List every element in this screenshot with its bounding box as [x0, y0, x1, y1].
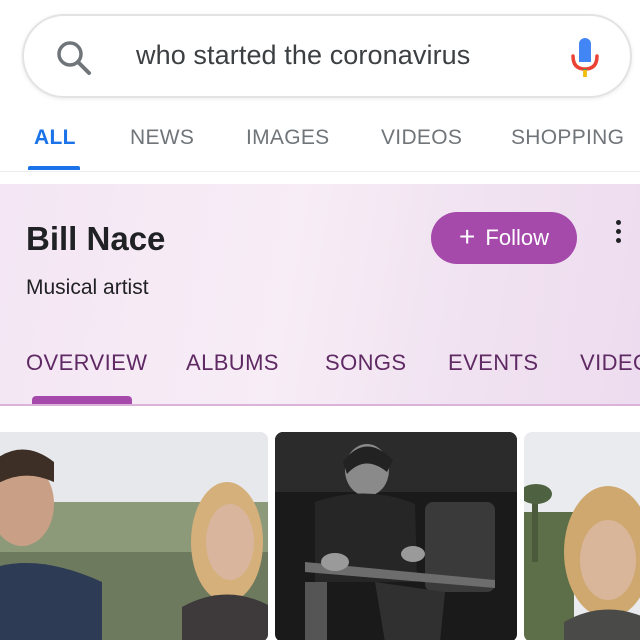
entity-title: Bill Nace [26, 220, 166, 257]
tab-videos-panel[interactable]: VIDEO [580, 350, 640, 376]
tab-images[interactable]: IMAGES [246, 126, 329, 150]
more-vert-icon[interactable] [612, 220, 624, 248]
search-icon[interactable] [54, 38, 94, 78]
tab-albums[interactable]: ALBUMS [186, 350, 279, 376]
tab-all[interactable]: ALL [34, 126, 76, 150]
tab-videos[interactable]: VIDEOS [381, 126, 462, 150]
follow-label: Follow [485, 225, 549, 250]
tab-songs[interactable]: SONGS [325, 350, 406, 376]
search-bar[interactable]: who started the coronavirus [22, 14, 632, 98]
plus-icon: + [459, 221, 476, 252]
entity-subtitle: Musical artist [26, 276, 149, 299]
mic-icon[interactable] [568, 36, 602, 80]
tab-news[interactable]: NEWS [130, 126, 194, 150]
active-tab-indicator [28, 166, 80, 170]
follow-button[interactable]: + Follow [431, 212, 577, 264]
image-carousel [0, 432, 640, 640]
artist-photo-2[interactable] [275, 432, 517, 640]
tab-shopping[interactable]: SHOPPING [511, 126, 624, 150]
active-panel-tab-indicator [32, 396, 132, 404]
search-query-text[interactable]: who started the coronavirus [136, 40, 470, 71]
tab-overview[interactable]: OVERVIEW [26, 350, 147, 376]
search-tabs: ALL NEWS IMAGES VIDEOS SHOPPING [0, 118, 640, 172]
artist-photo-3[interactable] [524, 432, 640, 640]
knowledge-panel: Bill Nace Musical artist + Follow OVERVI… [0, 184, 640, 406]
tab-events[interactable]: EVENTS [448, 350, 538, 376]
artist-photo-1[interactable] [0, 432, 268, 640]
